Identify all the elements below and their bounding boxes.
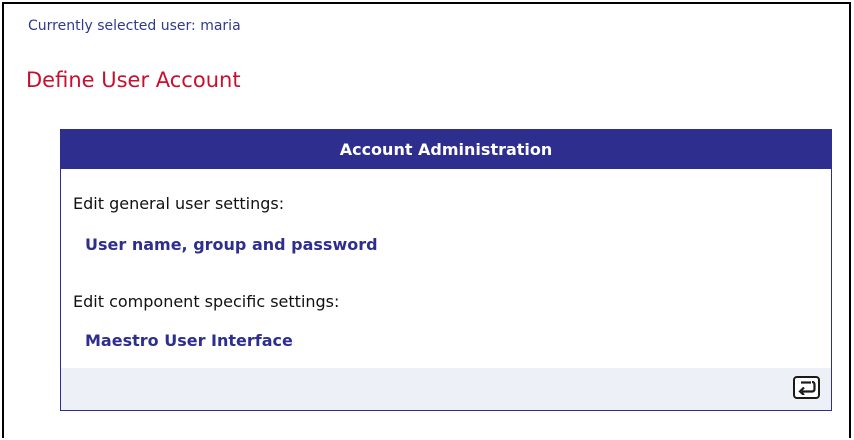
- back-button[interactable]: [793, 376, 820, 399]
- general-settings-label: Edit general user settings:: [73, 194, 285, 213]
- panel-footer: [61, 368, 831, 410]
- page-title: Define User Account: [26, 68, 241, 92]
- page-frame: Currently selected user: maria Define Us…: [2, 2, 851, 438]
- panel-header: Account Administration: [61, 130, 831, 169]
- component-settings-label: Edit component specific settings:: [73, 292, 340, 311]
- panel-title: Account Administration: [339, 140, 553, 159]
- user-name-group-password-link[interactable]: User name, group and password: [85, 235, 378, 254]
- maestro-user-interface-link[interactable]: Maestro User Interface: [85, 331, 293, 350]
- return-arrow-icon: [798, 380, 816, 395]
- account-administration-panel: Account Administration Edit general user…: [60, 129, 832, 411]
- selected-user-text: Currently selected user: maria: [28, 18, 241, 34]
